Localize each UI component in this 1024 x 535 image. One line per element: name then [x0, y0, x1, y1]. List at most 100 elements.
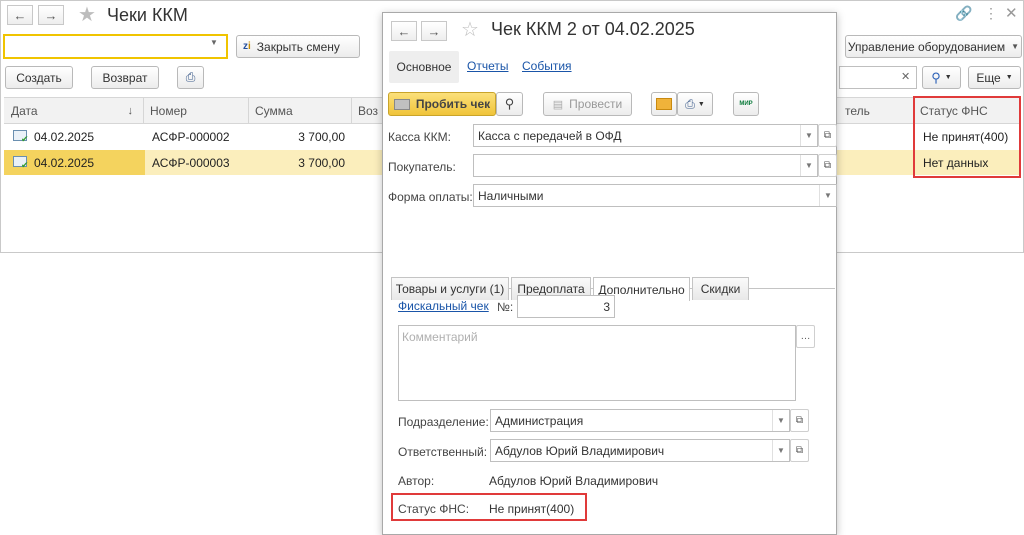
post-icon: ▤: [552, 98, 564, 111]
chevron-down-icon[interactable]: ▼: [772, 410, 789, 431]
buyer-open-button[interactable]: ⧉: [818, 154, 837, 177]
chevron-down-icon[interactable]: ▼: [800, 155, 817, 176]
responsible-value: Абдулов Юрий Владимирович: [495, 443, 665, 458]
forward-button[interactable]: →: [421, 21, 447, 41]
close-shift-label: Закрыть смену: [256, 39, 340, 54]
filter-input[interactable]: [3, 34, 228, 59]
back-button[interactable]: ←: [7, 5, 33, 25]
chevron-down-icon: ▼: [1005, 74, 1013, 81]
create-button[interactable]: Создать: [5, 66, 73, 89]
doc-window: ← → ☆ Чек ККМ 2 от 04.02.2025 Основное О…: [382, 12, 837, 535]
posted-check-icon: ✔: [21, 134, 29, 144]
search-icon: ⚲: [931, 69, 941, 85]
responsible-label: Ответственный:: [398, 445, 488, 459]
number-label: №:: [497, 300, 514, 314]
row-sum: 3 700,00: [298, 130, 345, 144]
kassa-label: Касса ККМ:: [388, 130, 451, 144]
tab-main[interactable]: Основное: [389, 51, 459, 83]
comment-textarea[interactable]: Комментарий: [398, 325, 796, 401]
buyer-label: Покупатель:: [388, 160, 456, 174]
print-button[interactable]: ⎙: [177, 66, 204, 89]
column-buyer[interactable]: тель: [839, 97, 914, 124]
division-label: Подразделение:: [398, 415, 489, 429]
printer-icon: ⎙: [685, 96, 695, 111]
link-icon[interactable]: 🔗: [955, 5, 972, 22]
division-value: Администрация: [495, 413, 584, 428]
list-window-title: Чеки ККМ: [107, 5, 188, 25]
comment-placeholder: Комментарий: [402, 330, 478, 344]
punch-receipt-button[interactable]: Пробить чек: [388, 92, 496, 116]
fiscal-receipt-link[interactable]: Фискальный чек: [398, 299, 489, 313]
comment-expand-button[interactable]: …: [796, 325, 815, 348]
post-label: Провести: [569, 97, 623, 111]
column-date[interactable]: Дата ↓: [5, 97, 144, 124]
fns-status-highlight: [391, 493, 587, 521]
chevron-down-icon: ▼: [1011, 42, 1020, 51]
chevron-down-icon[interactable]: ▼: [772, 440, 789, 461]
responsible-field[interactable]: Абдулов Юрий Владимирович ▼: [490, 439, 790, 462]
column-return[interactable]: Воз: [352, 97, 382, 124]
return-button[interactable]: Возврат: [91, 66, 159, 89]
search-icon: ⚲: [504, 96, 515, 111]
column-number[interactable]: Номер: [144, 97, 249, 124]
filter-dropdown-arrow[interactable]: ▼: [210, 38, 226, 47]
post-button[interactable]: ▤ Провести: [543, 92, 632, 116]
doc-window-title: Чек ККМ 2 от 04.02.2025: [491, 19, 695, 39]
punch-receipt-label: Пробить чек: [415, 97, 491, 111]
buyer-field[interactable]: ▼: [473, 154, 818, 177]
more-actions-icon[interactable]: ⋮: [984, 5, 998, 22]
row-number: АСФР-000003: [152, 156, 230, 170]
equipment-button[interactable]: Управление оборудованием ▼: [845, 35, 1022, 58]
chevron-down-icon[interactable]: ▼: [800, 125, 817, 146]
zreport-icon: zi: [243, 41, 251, 52]
payment-label: Форма оплаты:: [388, 190, 473, 204]
preview-button[interactable]: ⚲: [496, 92, 523, 116]
row-date: 04.02.2025: [34, 156, 95, 170]
author-value: Абдулов Юрий Владимирович: [489, 474, 659, 488]
sort-arrow-icon: ↓: [127, 104, 134, 117]
back-button[interactable]: ←: [391, 21, 417, 41]
create-label: Создать: [16, 70, 62, 85]
chevron-down-icon: ▼: [697, 100, 705, 108]
tab-events[interactable]: События: [522, 59, 572, 73]
email-button[interactable]: [651, 92, 677, 116]
mir-label: МИР: [739, 101, 753, 107]
tab-reports[interactable]: Отчеты: [467, 59, 508, 73]
number-value: 3: [603, 299, 610, 314]
payment-field[interactable]: Наличными ▼: [473, 184, 837, 207]
search-button[interactable]: ⚲ ▼: [922, 66, 961, 89]
favorite-star-icon[interactable]: ☆: [461, 17, 479, 42]
return-label: Возврат: [102, 70, 148, 85]
clear-search-icon[interactable]: ✕: [901, 70, 910, 83]
row-date: 04.02.2025: [34, 130, 95, 144]
close-icon[interactable]: ✕: [1005, 4, 1018, 22]
kassa-value: Касса с передачей в ОФД: [478, 128, 622, 143]
forward-button[interactable]: →: [38, 5, 64, 25]
payment-value: Наличными: [478, 188, 544, 203]
favorite-star-icon[interactable]: ★: [78, 2, 96, 27]
chevron-down-icon: ▼: [944, 74, 952, 81]
division-open-button[interactable]: ⧉: [790, 409, 809, 432]
more-button[interactable]: Еще ▼: [968, 66, 1021, 89]
fns-status-column-highlight: [913, 96, 1021, 178]
close-shift-button[interactable]: zi Закрыть смену: [236, 35, 360, 58]
column-sum[interactable]: Сумма: [249, 97, 352, 124]
responsible-open-button[interactable]: ⧉: [790, 439, 809, 462]
row-number: АСФР-000002: [152, 130, 230, 144]
mir-button[interactable]: МИР: [733, 92, 759, 116]
kassa-field[interactable]: Касса с передачей в ОФД ▼: [473, 124, 818, 147]
tab-discounts[interactable]: Скидки: [692, 277, 749, 300]
equipment-label: Управление оборудованием: [847, 39, 1006, 54]
kassa-open-button[interactable]: ⧉: [818, 124, 837, 147]
author-label: Автор:: [398, 474, 435, 488]
envelope-icon: [656, 98, 672, 110]
print-button[interactable]: ⎙ ▼: [677, 92, 713, 116]
printer-icon: ⎙: [185, 70, 196, 84]
tab-goods[interactable]: Товары и услуги (1): [391, 277, 509, 300]
posted-check-icon: ✔: [21, 160, 29, 170]
division-field[interactable]: Администрация ▼: [490, 409, 790, 432]
tab-main-label: Основное: [396, 60, 452, 74]
register-icon: [393, 98, 410, 110]
number-field[interactable]: 3: [517, 295, 615, 318]
chevron-down-icon[interactable]: ▼: [819, 185, 836, 206]
